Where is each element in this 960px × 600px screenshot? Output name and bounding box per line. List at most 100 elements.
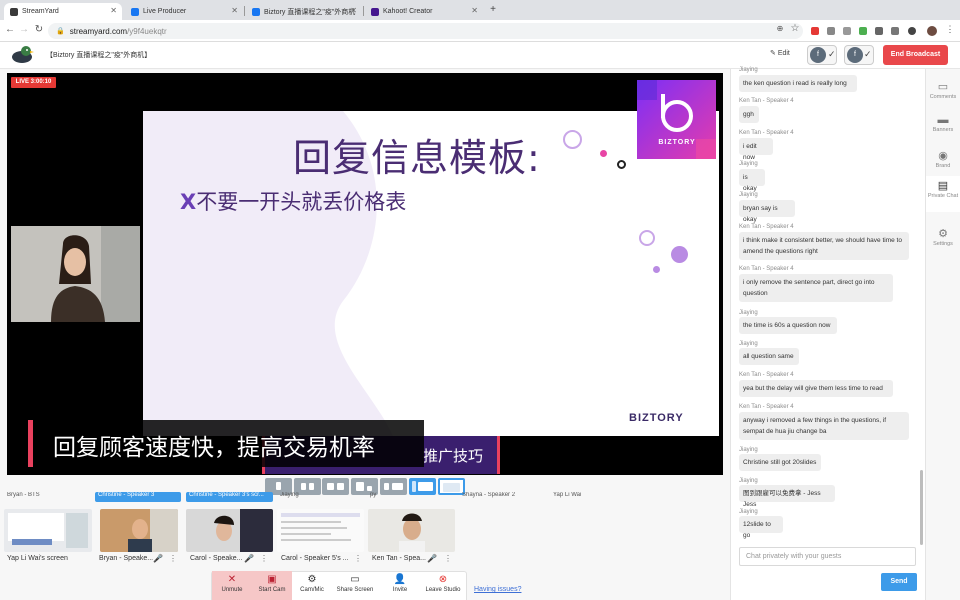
camera-off-icon: ▣ xyxy=(267,574,277,585)
tab-biztory[interactable]: Biztory 直播课程之"疫"外商机 ✕ xyxy=(246,3,362,20)
tab-streamyard[interactable]: StreamYard ✕ xyxy=(4,3,122,20)
profile-avatar-icon[interactable] xyxy=(927,26,937,36)
rail-private-chat[interactable]: ▤ Private Chat xyxy=(926,176,960,212)
participant-thumbnail[interactable] xyxy=(186,509,273,552)
extension-icon[interactable] xyxy=(843,27,851,35)
chat-message-bubble: the time is 60s a question now xyxy=(739,317,837,334)
chat-message-author: Ken Tan - Speaker 4 xyxy=(739,266,794,272)
chat-message-bubble: 12slide to go xyxy=(739,516,783,539)
decor-dot xyxy=(653,266,660,273)
backstage-name[interactable]: Yap Li Wai xyxy=(553,492,633,502)
screen-thumbnail[interactable] xyxy=(277,509,364,552)
new-tab-icon[interactable]: + xyxy=(487,4,499,16)
extension-icon[interactable] xyxy=(827,27,835,35)
close-tab-icon[interactable]: ✕ xyxy=(350,6,357,15)
participant-thumbnail[interactable] xyxy=(100,509,178,552)
more-options-icon[interactable]: ⋮ xyxy=(260,554,268,563)
gear-icon: ⚙ xyxy=(307,574,317,585)
rail-brand[interactable]: ◉ Brand xyxy=(926,149,960,173)
more-options-icon[interactable]: ⋮ xyxy=(444,554,452,563)
palette-icon: ◉ xyxy=(938,150,948,162)
rail-comments[interactable]: ▭ Comments xyxy=(926,80,960,104)
browser-menu-icon[interactable]: ⋮ xyxy=(944,24,956,35)
mic-icon[interactable]: 🎤 xyxy=(244,554,254,563)
back-arrow-icon[interactable]: ← xyxy=(4,24,16,35)
close-tab-icon[interactable]: ✕ xyxy=(231,6,238,15)
reload-icon[interactable]: ↻ xyxy=(33,24,45,35)
thumbnail-label: Carol - Speake... xyxy=(190,555,243,562)
thumbnail-label: Ken Tan - Spea... xyxy=(372,555,426,562)
bookmark-star-icon[interactable]: ☆ xyxy=(789,23,801,34)
backstage-name[interactable]: Jiaying xyxy=(280,492,360,502)
participant-thumbnail[interactable] xyxy=(368,509,455,552)
pencil-icon: ✎ xyxy=(770,50,778,57)
url-host: streamyard.com xyxy=(69,26,128,36)
edit-button[interactable]: ✎ Edit xyxy=(770,49,790,57)
chat-message-bubble: Christine still got 20slides xyxy=(739,454,821,471)
chat-message-author: Jiaying xyxy=(739,509,758,515)
end-broadcast-button[interactable]: End Broadcast xyxy=(883,45,948,65)
extension-icon[interactable] xyxy=(891,27,899,35)
extension-icon[interactable] xyxy=(908,27,916,35)
chat-message-bubble: anyway i removed a few things in the que… xyxy=(739,412,909,440)
chat-message-author: Jiaying xyxy=(739,310,758,316)
backstage-name[interactable]: Christine - Speaker 3's scr... xyxy=(186,492,273,502)
chat-scrollbar[interactable] xyxy=(920,470,923,545)
send-button[interactable]: Send xyxy=(881,573,917,591)
rail-banners[interactable]: ▬ Banners xyxy=(926,114,960,138)
close-tab-icon[interactable]: ✕ xyxy=(471,6,478,15)
share-screen-button[interactable]: ▭ Share Screen xyxy=(333,571,377,600)
backstage-name[interactable]: py xyxy=(370,492,450,502)
biztory-logo-text: BIZTORY xyxy=(658,139,696,146)
start-cam-button[interactable]: ▣ Start Cam xyxy=(252,571,292,600)
close-tab-icon[interactable]: ✕ xyxy=(110,6,117,15)
lower-third-text: 推广技巧 xyxy=(423,447,484,465)
more-options-icon[interactable]: ⋮ xyxy=(354,554,362,563)
tab-label: Kahoot! Creator xyxy=(383,8,433,15)
rail-label: Brand xyxy=(935,163,951,169)
facebook-favicon-icon xyxy=(252,7,260,16)
invite-button[interactable]: 👤 Invite xyxy=(385,571,415,600)
chat-message-author: Jiaying xyxy=(739,478,758,484)
extension-icon[interactable] xyxy=(811,27,819,35)
backstage-name[interactable]: Bryan - BTS xyxy=(7,492,92,502)
chat-message-bubble: i think make it consistent better, we sh… xyxy=(739,232,909,260)
backstage-name[interactable]: Christine - Speaker 3 xyxy=(95,492,181,502)
edit-label: Edit xyxy=(777,50,790,57)
banner-icon: ▬ xyxy=(937,114,949,126)
chat-message-bubble: yea but the delay will give them less ti… xyxy=(739,380,893,397)
tab-live-producer[interactable]: Live Producer ✕ xyxy=(125,3,243,20)
slide-subtitle: X不要一开头就丢价格表 xyxy=(180,186,406,216)
chat-message-bubble: i edit now xyxy=(739,138,773,161)
unmute-button[interactable]: ✕ Unmute xyxy=(212,571,252,600)
streamyard-duck-logo-icon xyxy=(12,46,34,63)
chat-message-author: Jiaying xyxy=(739,447,758,453)
extension-icon[interactable] xyxy=(875,27,883,35)
tab-kahoot[interactable]: Kahoot! Creator ✕ xyxy=(365,3,483,20)
having-issues-link[interactable]: Having issues? xyxy=(474,586,521,593)
chat-input[interactable]: Chat privately with your guests xyxy=(739,547,916,566)
mic-muted-icon[interactable]: 🎤 xyxy=(153,554,163,563)
mic-off-icon: ✕ xyxy=(227,574,237,585)
caption-banner: 回复顾客速度快，提高交易机率 xyxy=(28,420,424,467)
forward-arrow-icon[interactable]: → xyxy=(18,24,30,35)
mic-icon[interactable]: 🎤 xyxy=(427,554,437,563)
rail-label: Comments xyxy=(929,94,957,100)
facebook-favicon-icon xyxy=(131,7,139,16)
screen-thumbnail[interactable] xyxy=(4,509,92,552)
chat-message-bubble: the ken question i read is really long xyxy=(739,75,857,92)
rail-settings[interactable]: ⚙ Settings xyxy=(926,227,960,251)
url-field[interactable]: 🔒 streamyard.com /y9f4uekqtr xyxy=(48,23,803,39)
backstage-name[interactable]: Shayna - Speaker 2 xyxy=(462,492,542,502)
browser-tab-bar: StreamYard ✕ Live Producer ✕ Biztory 直播课… xyxy=(0,0,960,20)
thumbnail-label: Bryan - Speake... xyxy=(99,555,154,562)
chat-icon: ▤ xyxy=(937,180,949,192)
leave-studio-button[interactable]: ⊗ Leave Studio xyxy=(421,571,465,600)
install-icon[interactable]: ⊕ xyxy=(774,24,786,33)
tab-separator xyxy=(363,6,364,16)
destination-avatar-icon: f xyxy=(847,47,863,63)
extension-icon[interactable] xyxy=(859,27,867,35)
check-icon: ✓ xyxy=(864,49,872,59)
more-options-icon[interactable]: ⋮ xyxy=(169,554,177,563)
cam-mic-button[interactable]: ⚙ Cam/Mic xyxy=(295,571,329,600)
